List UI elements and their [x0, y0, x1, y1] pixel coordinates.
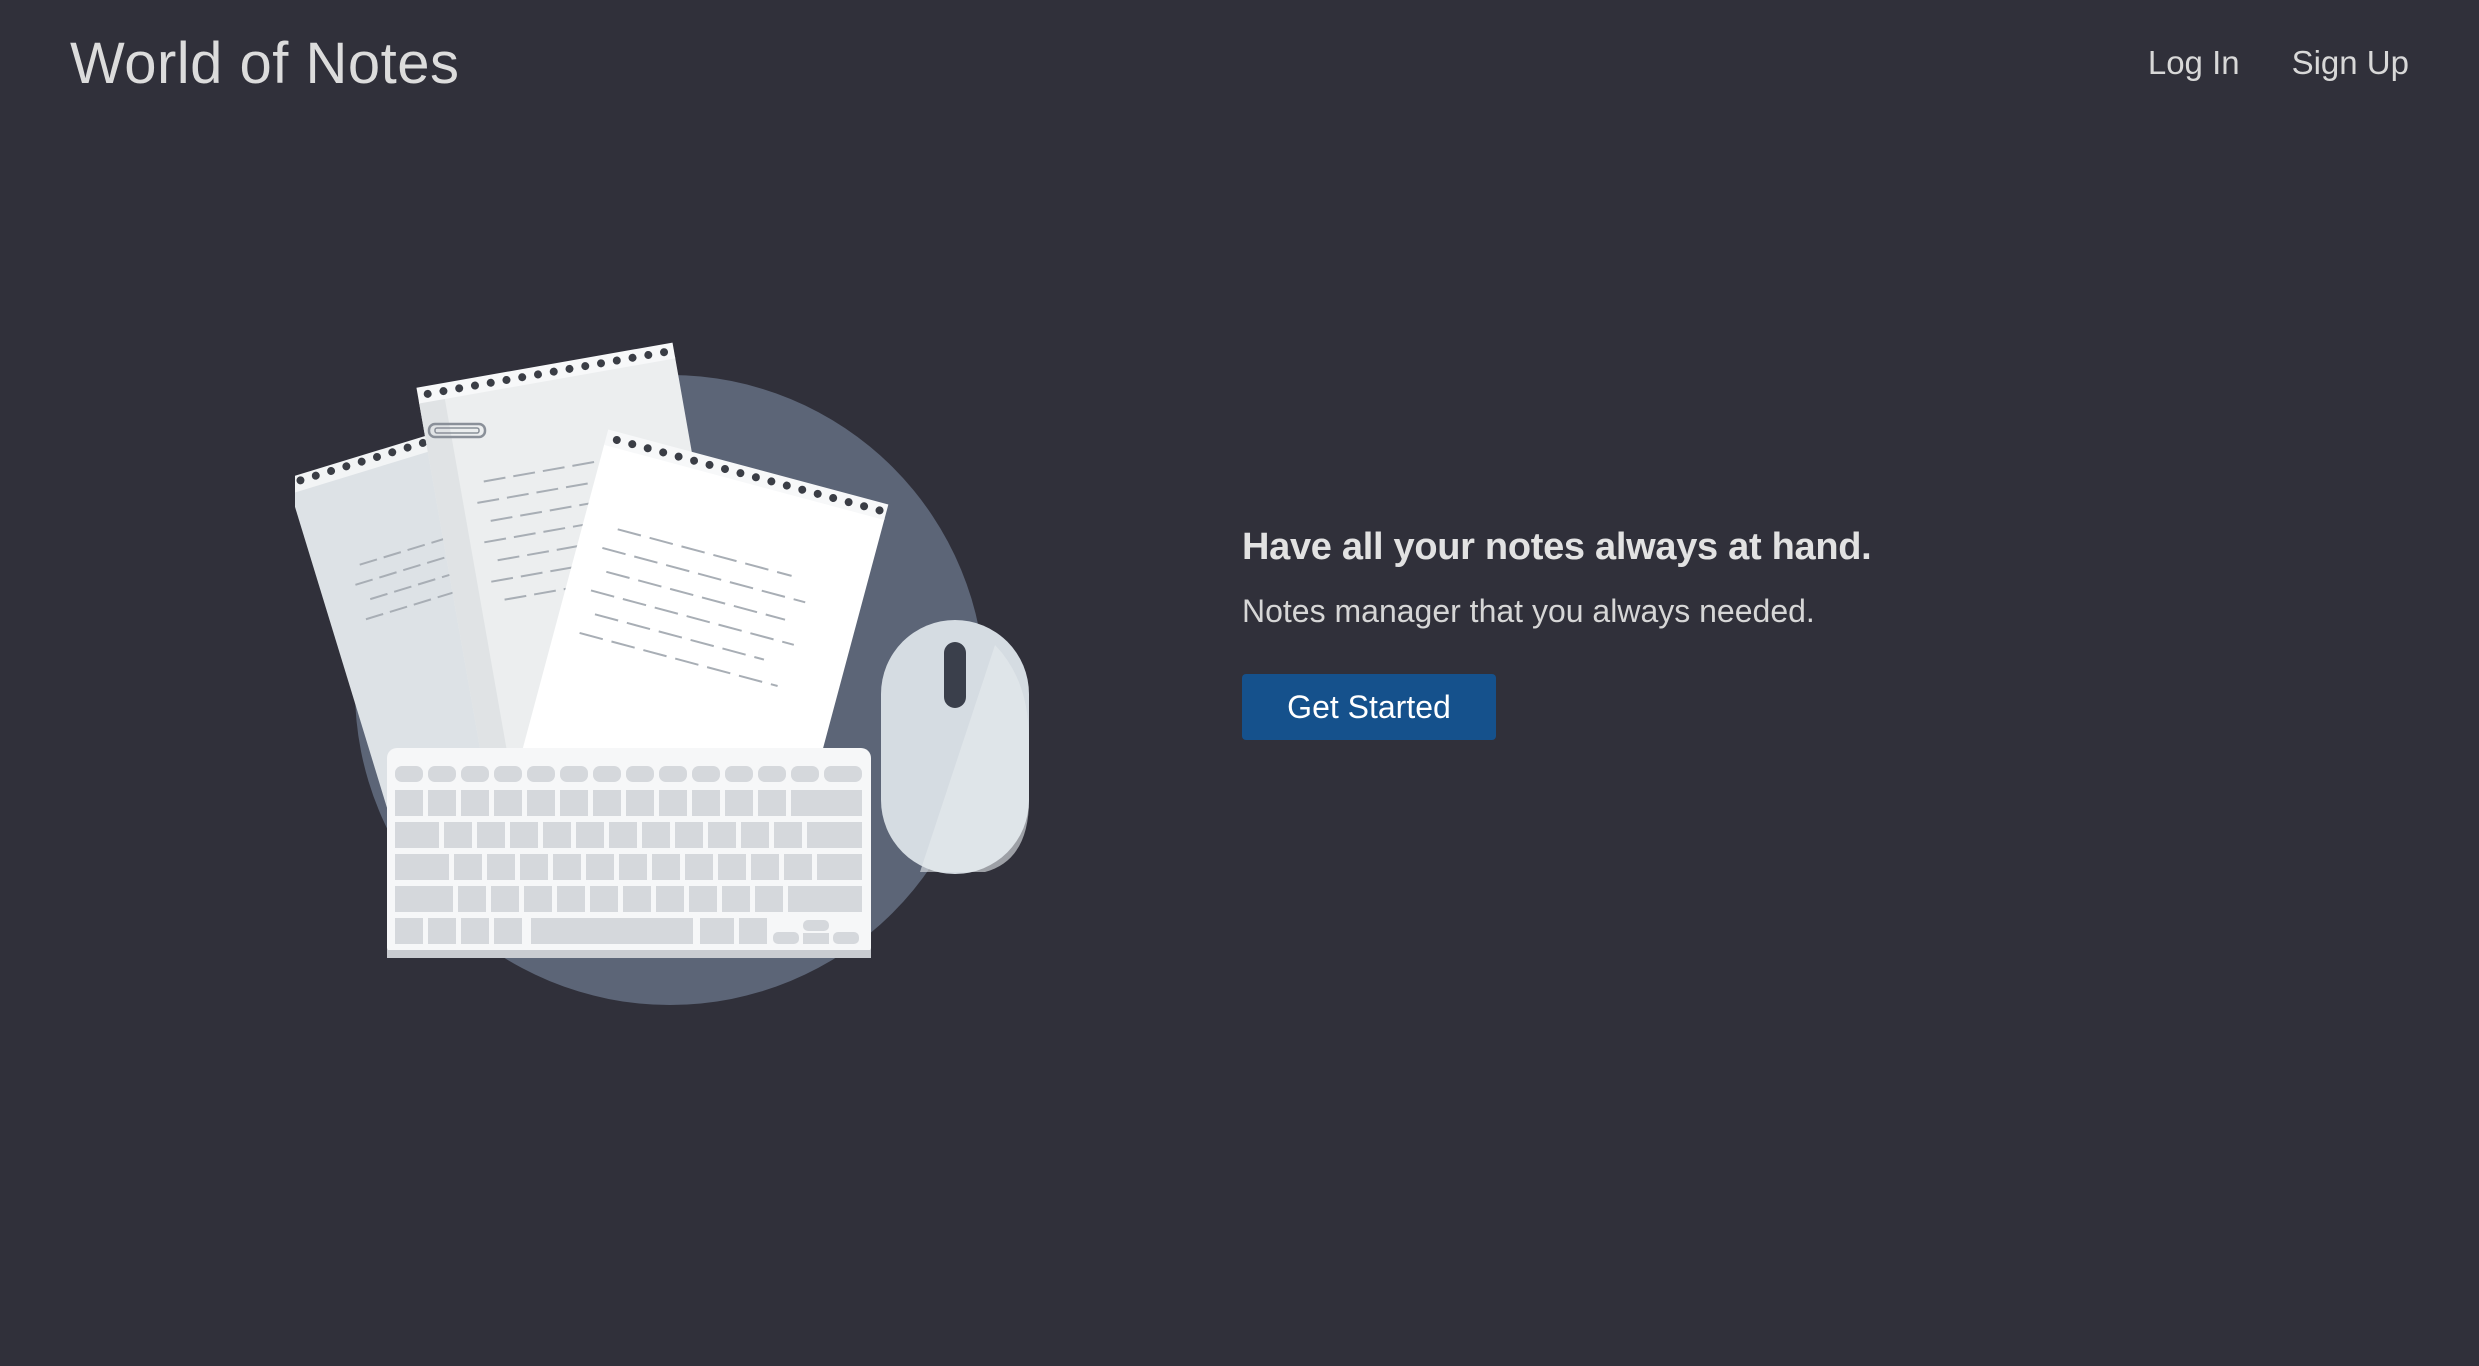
mouse-icon	[881, 620, 1029, 874]
signup-link[interactable]: Sign Up	[2292, 44, 2409, 82]
illustration-svg	[286, 342, 1029, 1005]
get-started-button[interactable]: Get Started	[1242, 674, 1496, 740]
hero-text: Have all your notes always at hand. Note…	[1242, 526, 2142, 740]
keyboard-icon	[387, 748, 871, 958]
brand-logo[interactable]: World of Notes	[70, 30, 460, 97]
hero-illustration	[286, 320, 1055, 1010]
nav-links: Log In Sign Up	[2148, 44, 2409, 82]
navbar: World of Notes Log In Sign Up	[0, 0, 2479, 132]
login-link[interactable]: Log In	[2148, 44, 2240, 82]
hero-subtext: Notes manager that you always needed.	[1242, 593, 1815, 629]
hero-headline: Have all your notes always at hand.	[1242, 526, 1872, 568]
